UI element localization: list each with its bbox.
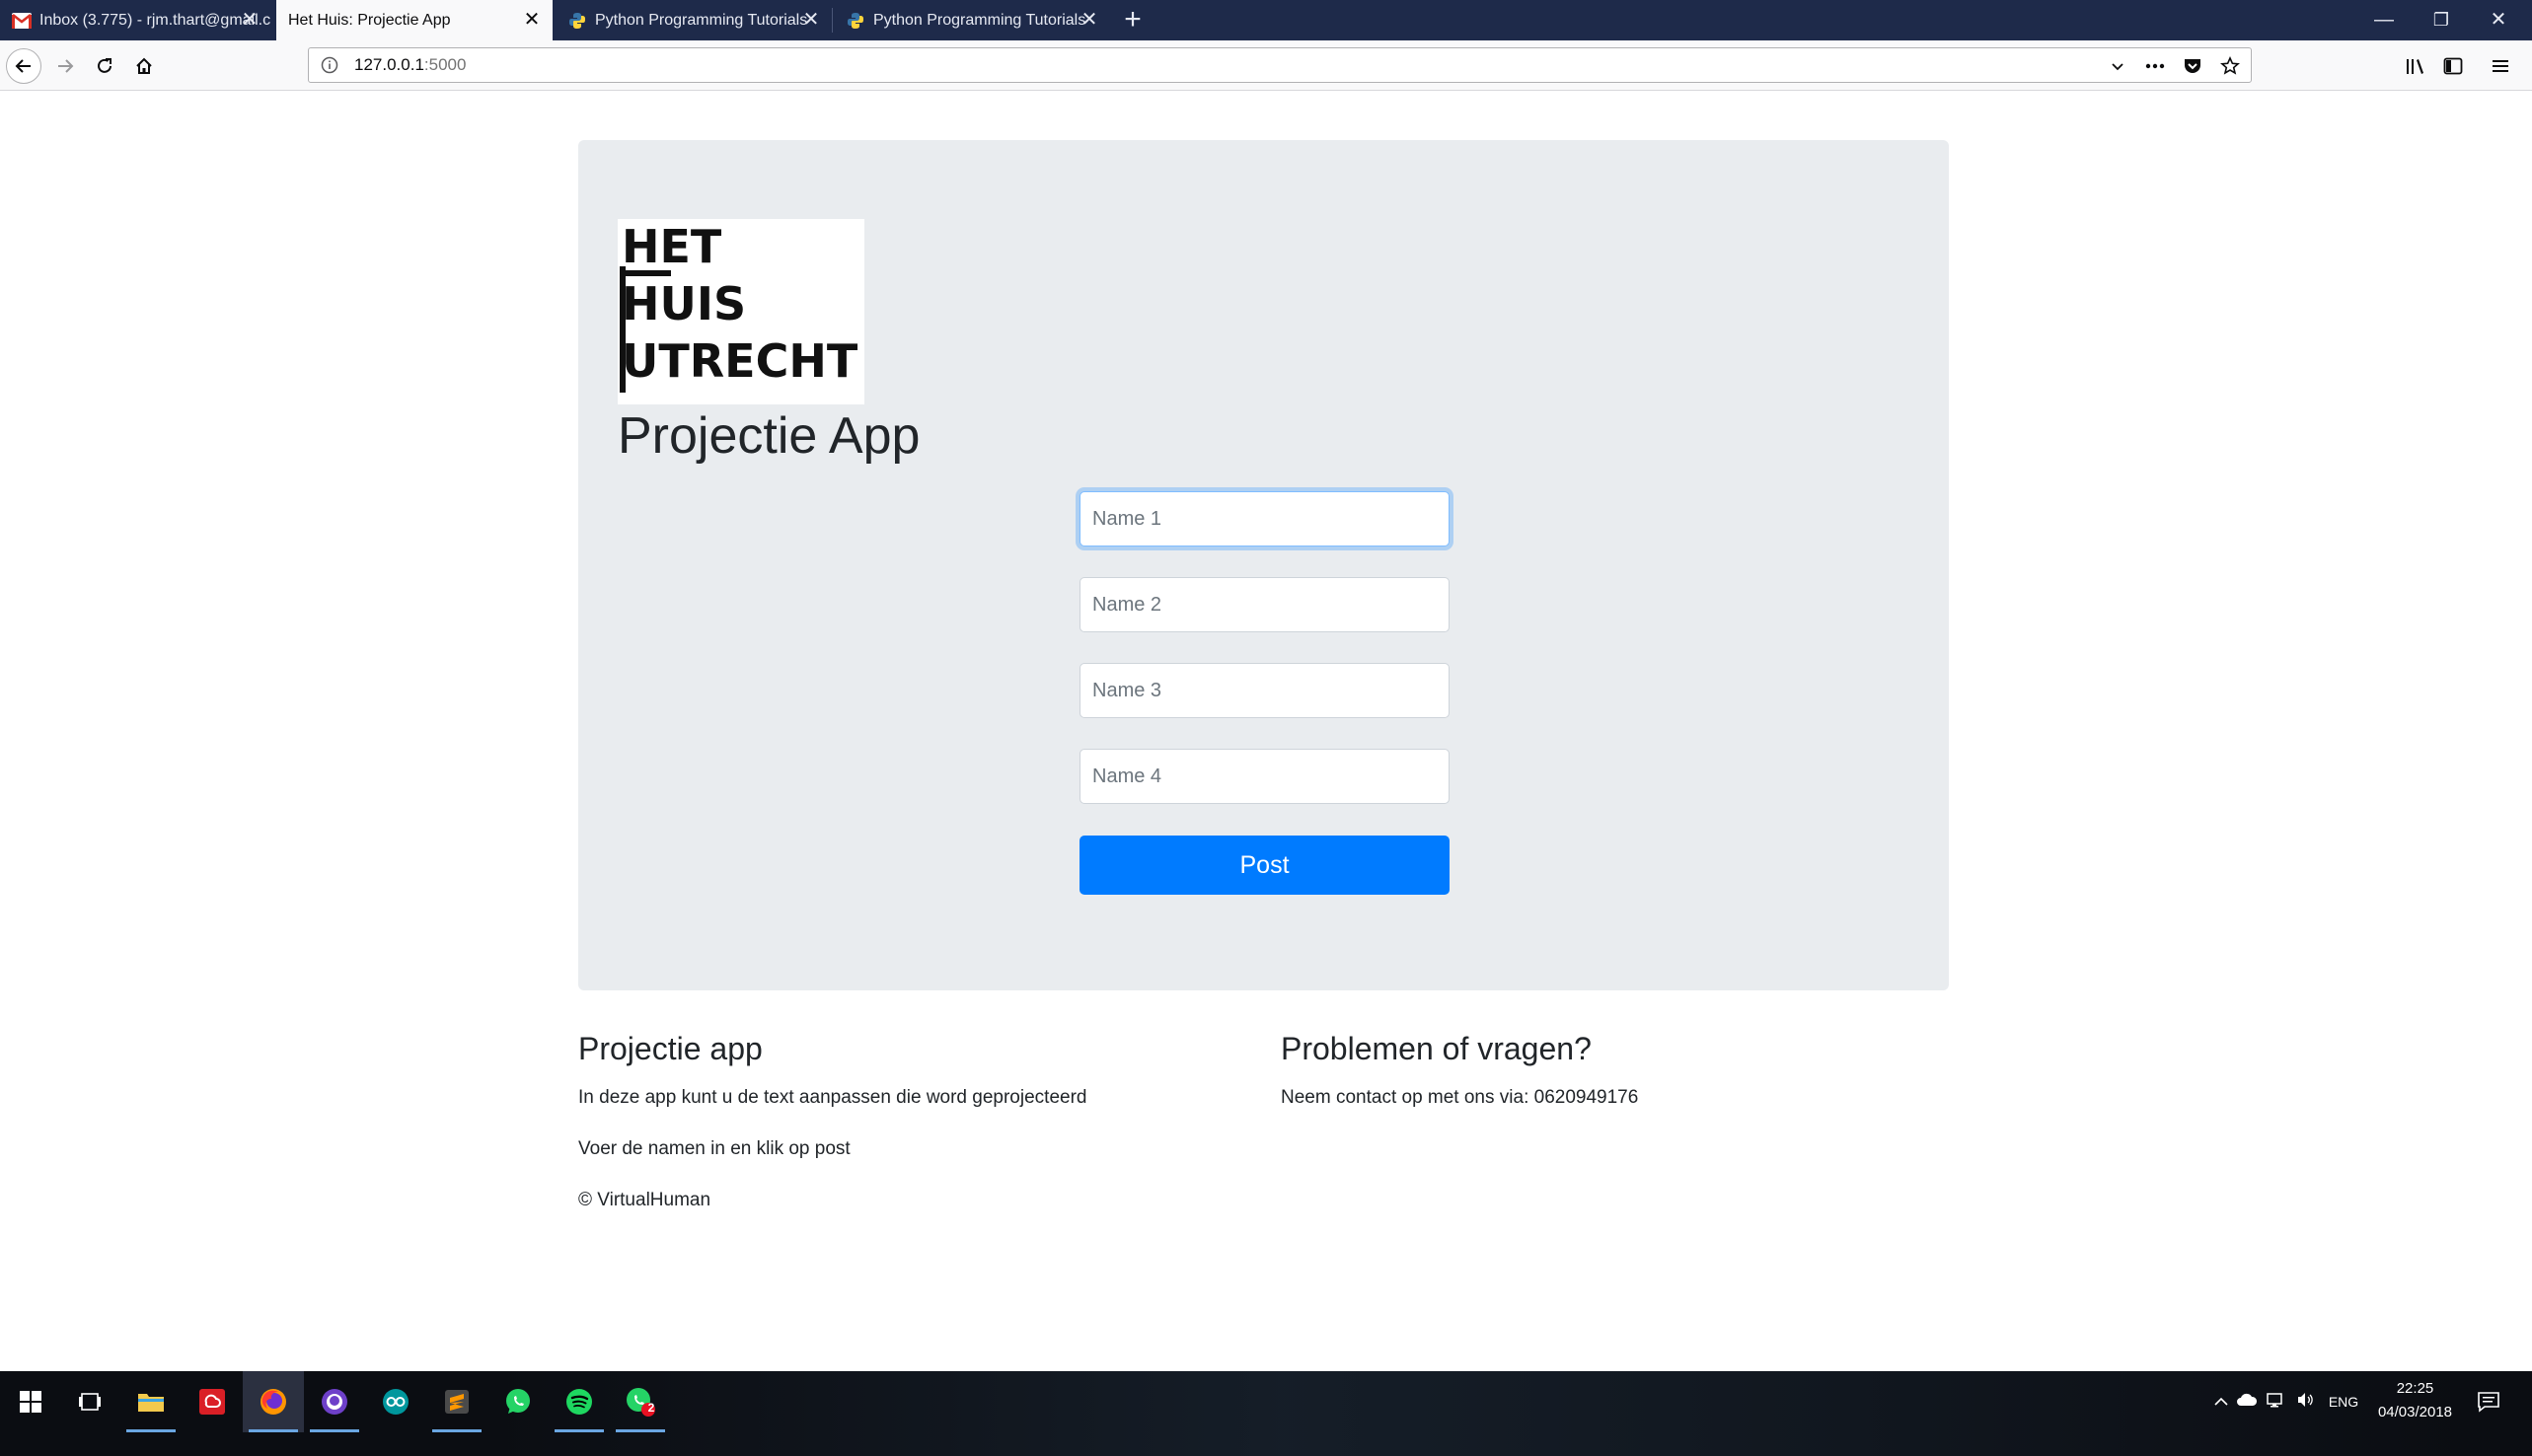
name-1-input[interactable] bbox=[1080, 491, 1450, 546]
action-center-icon[interactable] bbox=[2467, 1371, 2510, 1432]
sidebar-icon[interactable] bbox=[2435, 48, 2471, 84]
chevron-up-icon[interactable] bbox=[2210, 1394, 2232, 1411]
volume-icon[interactable] bbox=[2291, 1392, 2321, 1412]
url-port: :5000 bbox=[423, 55, 467, 74]
footer-right: Problemen of vragen? Neem contact op met… bbox=[1281, 1031, 1638, 1138]
post-button[interactable]: Post bbox=[1080, 836, 1450, 895]
back-button[interactable] bbox=[6, 48, 41, 84]
contact-text: Neem contact op met ons via: 0620949176 bbox=[1281, 1087, 1639, 1108]
close-tab-icon[interactable]: ✕ bbox=[800, 9, 822, 31]
tab-python-1[interactable]: Python Programming Tutorials ✕ bbox=[556, 0, 832, 40]
arduino-icon[interactable] bbox=[365, 1371, 426, 1432]
adobe-cc-icon[interactable] bbox=[182, 1371, 243, 1432]
close-tab-icon[interactable]: ✕ bbox=[1079, 9, 1100, 31]
restore-button[interactable]: ❐ bbox=[2414, 0, 2469, 40]
tab-python-2[interactable]: Python Programming Tutorials ✕ bbox=[834, 0, 1110, 40]
task-view-icon[interactable] bbox=[59, 1371, 120, 1432]
python-icon bbox=[846, 11, 865, 31]
python-icon bbox=[567, 11, 587, 31]
url-bar[interactable]: 127.0.0.1:5000 bbox=[308, 47, 2252, 83]
page-title: Projectie App bbox=[618, 407, 921, 465]
start-icon[interactable] bbox=[0, 1371, 61, 1432]
close-tab-icon[interactable]: ✕ bbox=[521, 9, 543, 31]
onedrive-cloud-icon[interactable] bbox=[2232, 1393, 2262, 1411]
reload-icon bbox=[98, 58, 112, 73]
windows-taskbar: 2 ENG 22:25 04/03/2018 bbox=[0, 1371, 2532, 1456]
new-tab-button[interactable]: + bbox=[1115, 2, 1151, 37]
github-desktop-icon[interactable] bbox=[304, 1371, 365, 1432]
footer-right-heading: Problemen of vragen? bbox=[1281, 1031, 1592, 1066]
browser-tab-bar: Inbox (3.775) - rjm.thart@gmail.com ✕ He… bbox=[0, 0, 2532, 40]
logo-line-1: HET bbox=[622, 220, 722, 273]
tab-inbox[interactable]: Inbox (3.775) - rjm.thart@gmail.com ✕ bbox=[0, 0, 270, 40]
hamburger-menu-icon[interactable] bbox=[2483, 48, 2518, 84]
name-4-input[interactable] bbox=[1080, 749, 1450, 804]
url-text: 127.0.0.1:5000 bbox=[354, 55, 466, 75]
name-2-input[interactable] bbox=[1080, 577, 1450, 632]
clock-date: 04/03/2018 bbox=[2377, 1404, 2453, 1420]
forward-button[interactable] bbox=[47, 48, 83, 84]
close-tab-icon[interactable]: ✕ bbox=[239, 9, 261, 31]
clock-time: 22:25 bbox=[2396, 1380, 2434, 1397]
home-icon bbox=[136, 57, 152, 74]
url-host: 127.0.0.1 bbox=[354, 55, 424, 74]
gmail-icon bbox=[12, 11, 32, 31]
close-window-button[interactable]: ✕ bbox=[2471, 0, 2526, 40]
tab-title: Inbox (3.775) - rjm.thart@gmail.com bbox=[39, 11, 270, 29]
system-tray: ENG bbox=[2210, 1371, 2366, 1432]
navigation-toolbar: 127.0.0.1:5000 bbox=[0, 40, 2532, 91]
pocket-icon[interactable] bbox=[2180, 53, 2205, 79]
footer-left-line-1: In deze app kunt u de text aanpassen die… bbox=[578, 1087, 1087, 1108]
spotify-icon[interactable] bbox=[549, 1371, 610, 1432]
sublime-text-icon[interactable] bbox=[426, 1371, 487, 1432]
home-button[interactable] bbox=[126, 48, 162, 84]
forward-arrow-icon bbox=[58, 59, 74, 73]
info-icon[interactable] bbox=[319, 54, 340, 76]
het-huis-utrecht-logo: HET HUIS UTRECHT bbox=[618, 219, 864, 404]
notification-badge: 2 bbox=[647, 1401, 655, 1415]
tab-title: Python Programming Tutorials bbox=[873, 11, 1086, 29]
footer-left-heading: Projectie app bbox=[578, 1031, 763, 1066]
bookmark-star-icon[interactable] bbox=[2217, 53, 2243, 79]
clock[interactable]: 22:25 04/03/2018 bbox=[2373, 1377, 2457, 1424]
network-icon[interactable] bbox=[2262, 1392, 2291, 1412]
footer-left-line-2: Voer de namen in en klik op post bbox=[578, 1138, 851, 1159]
copyright-text: © VirtualHuman bbox=[578, 1190, 711, 1210]
tab-separator bbox=[832, 8, 833, 33]
footer-left: Projectie app In deze app kunt u de text… bbox=[578, 1031, 1086, 1241]
whatsapp-notify-icon[interactable]: 2 bbox=[610, 1371, 671, 1432]
tab-title: Het Huis: Projectie App bbox=[288, 11, 451, 29]
page-actions-icon[interactable] bbox=[2142, 53, 2168, 79]
logo-line-2: HUIS bbox=[622, 277, 746, 330]
logo-line-3: UTRECHT bbox=[622, 334, 858, 388]
jumbotron: HET HUIS UTRECHT Projectie App Post bbox=[578, 140, 1949, 990]
back-arrow-icon bbox=[15, 59, 31, 73]
minimize-button[interactable]: — bbox=[2356, 0, 2412, 40]
whatsapp-icon[interactable] bbox=[487, 1371, 549, 1432]
file-explorer-icon[interactable] bbox=[120, 1371, 182, 1432]
library-icon[interactable] bbox=[2398, 48, 2433, 84]
tab-het-huis[interactable]: Het Huis: Projectie App ✕ bbox=[276, 0, 553, 40]
chevron-down-icon[interactable] bbox=[2105, 53, 2130, 79]
name-3-input[interactable] bbox=[1080, 663, 1450, 718]
tab-title: Python Programming Tutorials bbox=[595, 11, 808, 29]
url-actions bbox=[2105, 53, 2243, 79]
firefox-icon[interactable] bbox=[243, 1371, 304, 1432]
language-indicator[interactable]: ENG bbox=[2321, 1394, 2366, 1410]
reload-button[interactable] bbox=[87, 48, 122, 84]
taskbar-background bbox=[493, 1371, 2467, 1456]
